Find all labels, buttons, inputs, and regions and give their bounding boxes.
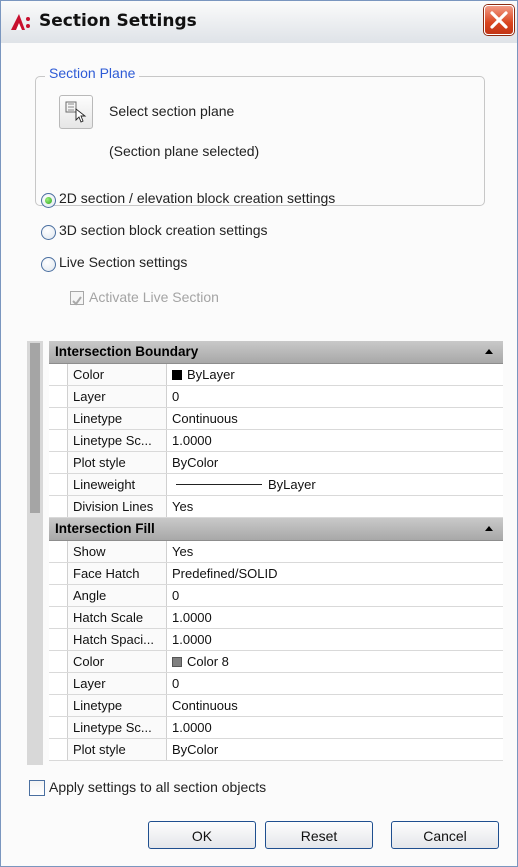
property-value[interactable]: Predefined/SOLID <box>168 563 503 584</box>
table-row[interactable]: Angle 0 <box>49 585 503 607</box>
activate-live-section-label: Activate Live Section <box>89 289 219 305</box>
section-header-intersection-fill[interactable]: Intersection Fill <box>49 518 503 541</box>
table-row[interactable]: Plot style ByColor <box>49 452 503 474</box>
reset-button[interactable]: Reset <box>265 821 373 849</box>
property-key: Plot style <box>67 739 167 760</box>
activate-live-section-checkbox[interactable] <box>70 291 84 306</box>
lineweight-sample-line <box>176 484 262 485</box>
property-key: Color <box>67 364 167 385</box>
section-settings-dialog: Section Settings Section Plane Select se… <box>0 0 518 867</box>
autocad-logo-icon <box>11 14 30 30</box>
checkmark-icon <box>72 296 82 306</box>
section-plane-status: (Section plane selected) <box>109 143 260 159</box>
property-key: Show <box>67 541 167 562</box>
property-value[interactable]: 0 <box>168 386 503 407</box>
property-value[interactable]: ByColor <box>168 739 503 760</box>
property-value[interactable]: 1.0000 <box>168 607 503 628</box>
properties-grid[interactable]: Intersection Boundary Color ByLayer Laye… <box>27 341 503 765</box>
table-row[interactable]: Linetype Continuous <box>49 695 503 717</box>
table-row[interactable]: Lineweight ByLayer <box>49 474 503 496</box>
property-value[interactable]: Color 8 <box>168 651 503 672</box>
table-row[interactable]: Color ByLayer <box>49 364 503 386</box>
color-swatch <box>172 370 182 380</box>
property-value[interactable]: ByColor <box>168 452 503 473</box>
property-key: Angle <box>67 585 167 606</box>
window-title: Section Settings <box>39 11 197 31</box>
cancel-button[interactable]: Cancel <box>391 821 499 849</box>
section-plane-group-title: Section Plane <box>45 65 140 81</box>
apply-all-label[interactable]: Apply settings to all section objects <box>49 779 266 795</box>
properties-table: Intersection Boundary Color ByLayer Laye… <box>49 341 503 761</box>
property-key: Linetype <box>67 408 167 429</box>
table-row[interactable]: Hatch Spaci... 1.0000 <box>49 629 503 651</box>
property-value[interactable]: ByLayer <box>168 364 503 385</box>
dialog-body: Section Plane Select section plane (Sect… <box>1 43 517 866</box>
collapse-arrow-icon[interactable] <box>485 526 493 531</box>
property-value[interactable]: Continuous <box>168 408 503 429</box>
table-row[interactable]: Linetype Sc... 1.0000 <box>49 430 503 452</box>
radio-2d-section-label[interactable]: 2D section / elevation block creation se… <box>59 190 335 206</box>
property-key: Linetype Sc... <box>67 717 167 738</box>
table-row[interactable]: Plot style ByColor <box>49 739 503 761</box>
grid-scrollbar[interactable] <box>27 341 43 765</box>
select-section-plane-label: Select section plane <box>109 103 235 119</box>
section-header-intersection-boundary[interactable]: Intersection Boundary <box>49 341 503 364</box>
property-value[interactable]: Yes <box>168 541 503 562</box>
radio-3d-section[interactable] <box>41 225 56 240</box>
close-button[interactable] <box>484 5 514 35</box>
property-key: Color <box>67 651 167 672</box>
table-row[interactable]: Layer 0 <box>49 673 503 695</box>
radio-live-section[interactable] <box>41 257 56 272</box>
ok-button[interactable]: OK <box>148 821 256 849</box>
section-plane-group <box>35 76 485 206</box>
radio-2d-section[interactable] <box>41 193 56 208</box>
property-key: Layer <box>67 673 167 694</box>
property-value[interactable]: ByLayer <box>168 474 503 495</box>
select-section-plane-button[interactable] <box>59 95 93 129</box>
table-row[interactable]: Linetype Sc... 1.0000 <box>49 717 503 739</box>
property-value[interactable]: 1.0000 <box>168 629 503 650</box>
property-key: Division Lines <box>67 496 167 517</box>
property-value[interactable]: 0 <box>168 585 503 606</box>
property-key: Linetype <box>67 695 167 716</box>
property-key: Hatch Spaci... <box>67 629 167 650</box>
table-row[interactable]: Division Lines Yes <box>49 496 503 518</box>
table-row[interactable]: Color Color 8 <box>49 651 503 673</box>
property-key: Lineweight <box>67 474 167 495</box>
radio-live-section-label[interactable]: Live Section settings <box>59 254 187 270</box>
collapse-arrow-icon[interactable] <box>485 349 493 354</box>
property-value[interactable]: 1.0000 <box>168 430 503 451</box>
property-key: Layer <box>67 386 167 407</box>
close-icon <box>490 11 508 29</box>
property-value[interactable]: 1.0000 <box>168 717 503 738</box>
select-plane-icon <box>65 101 87 123</box>
property-key: Face Hatch <box>67 563 167 584</box>
apply-all-checkbox[interactable] <box>29 780 45 796</box>
property-key: Plot style <box>67 452 167 473</box>
radio-3d-section-label[interactable]: 3D section block creation settings <box>59 222 268 238</box>
table-row[interactable]: Hatch Scale 1.0000 <box>49 607 503 629</box>
grid-scrollbar-thumb[interactable] <box>30 343 40 513</box>
table-row[interactable]: Linetype Continuous <box>49 408 503 430</box>
table-row[interactable]: Layer 0 <box>49 386 503 408</box>
table-row[interactable]: Show Yes <box>49 541 503 563</box>
title-bar[interactable]: Section Settings <box>1 1 517 44</box>
property-key: Hatch Scale <box>67 607 167 628</box>
property-key: Linetype Sc... <box>67 430 167 451</box>
property-value[interactable]: Continuous <box>168 695 503 716</box>
property-value[interactable]: 0 <box>168 673 503 694</box>
color-swatch <box>172 657 182 667</box>
property-value[interactable]: Yes <box>168 496 503 517</box>
table-row[interactable]: Face Hatch Predefined/SOLID <box>49 563 503 585</box>
